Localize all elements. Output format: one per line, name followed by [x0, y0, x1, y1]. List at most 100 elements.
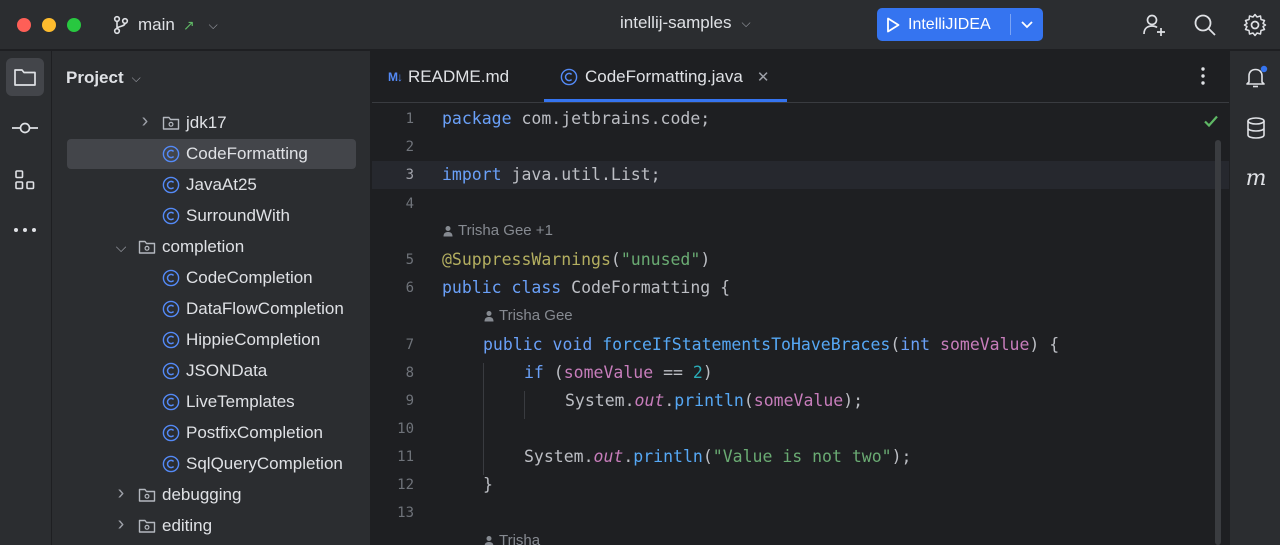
tree-class-item[interactable]: CodeCompletion — [67, 263, 356, 293]
code-vision-author[interactable]: Trisha Gee — [483, 307, 573, 324]
chevron-down-icon: ⌵ — [208, 17, 218, 32]
code-line-5: @SuppressWarnings("unused") — [442, 250, 711, 269]
package-folder-icon — [138, 486, 156, 504]
person-icon — [484, 535, 494, 545]
maximize-window-button[interactable] — [67, 18, 81, 32]
project-tool-window: Project ⌵ › jdk17 CodeFormatting JavaAt25 Su… — [52, 51, 371, 545]
chevron-down-icon: ⌵ — [741, 15, 751, 30]
person-icon — [484, 310, 494, 321]
tree-item-label: CodeFormatting — [186, 144, 308, 163]
class-icon — [162, 176, 180, 194]
project-tool-button[interactable] — [6, 58, 44, 96]
vertical-scrollbar[interactable] — [1215, 140, 1221, 545]
project-view-selector[interactable]: Project ⌵ — [66, 68, 141, 88]
tree-item-label: SurroundWith — [186, 206, 290, 225]
more-options-icon[interactable] — [1196, 64, 1210, 88]
tree-item-label: debugging — [162, 485, 242, 504]
tree-class-item[interactable]: SurroundWith — [67, 201, 356, 231]
commit-icon — [12, 122, 38, 134]
svg-text:m: m — [1246, 168, 1267, 190]
branch-widget[interactable]: main ↗ ⌵ — [112, 13, 218, 37]
tab-codeformatting[interactable]: CodeFormatting.java ✕ — [560, 51, 769, 103]
search-icon[interactable] — [1192, 12, 1218, 38]
structure-icon — [15, 170, 35, 190]
chevron-down-icon[interactable] — [1018, 14, 1036, 34]
code-line-6: public class CodeFormatting { — [442, 278, 731, 297]
class-icon — [162, 424, 180, 442]
package-folder-icon — [138, 517, 156, 535]
tree-class-item[interactable]: HippieCompletion — [67, 325, 356, 355]
code-editor[interactable]: 1 2 3 4 5 6 7 8 9 10 11 12 13 package co… — [372, 104, 1229, 545]
divider — [1010, 14, 1011, 35]
add-user-icon[interactable] — [1141, 12, 1167, 38]
tree-folder-item[interactable]: › jdk17 — [67, 108, 356, 138]
maven-tool-button[interactable]: m — [1242, 165, 1270, 193]
left-tool-strip — [0, 51, 52, 545]
more-tools-button[interactable] — [6, 211, 44, 249]
database-icon — [1247, 117, 1265, 139]
chevron-right-icon[interactable]: › — [138, 110, 152, 133]
minimize-window-button[interactable] — [42, 18, 56, 32]
tab-readme[interactable]: M↓ README.md — [388, 51, 509, 103]
tree-item-label: DataFlowCompletion — [186, 299, 344, 318]
tree-class-item[interactable]: DataFlowCompletion — [67, 294, 356, 324]
project-widget[interactable]: intellij-samples ⌵ — [620, 13, 751, 33]
line-number: 13 — [397, 505, 414, 521]
run-icon — [887, 17, 900, 32]
tree-item-label: JavaAt25 — [186, 175, 257, 194]
run-configuration-button[interactable]: IntelliJIDEA — [877, 8, 1043, 41]
tree-folder-item[interactable]: ⌵ completion — [67, 232, 356, 262]
person-icon — [443, 225, 453, 236]
notifications-tool-button[interactable] — [1242, 63, 1270, 91]
tree-class-item[interactable]: CodeFormatting — [67, 139, 356, 169]
class-icon — [162, 300, 180, 318]
code-vision-author[interactable]: Trisha — [483, 532, 540, 545]
tree-item-label: completion — [162, 237, 245, 256]
active-tab-indicator — [544, 99, 787, 102]
line-number: 6 — [405, 280, 414, 296]
class-icon — [162, 145, 180, 163]
chevron-down-icon[interactable]: ⌵ — [114, 239, 128, 256]
structure-tool-button[interactable] — [6, 161, 44, 199]
code-line-1: package com.jetbrains.code; — [442, 109, 711, 128]
tree-class-item[interactable]: JSONData — [67, 356, 356, 386]
close-tab-icon[interactable]: ✕ — [757, 68, 770, 86]
git-branch-icon — [113, 15, 129, 35]
line-number: 8 — [405, 365, 414, 381]
code-vision-author[interactable]: Trisha Gee +1 — [442, 222, 553, 239]
tree-class-item[interactable]: LiveTemplates — [67, 387, 356, 417]
close-window-button[interactable] — [17, 18, 31, 32]
line-number: 7 — [405, 337, 414, 353]
code-line-8: if (someValue == 2) — [524, 363, 713, 382]
tree-class-item[interactable]: PostfixCompletion — [67, 418, 356, 448]
indent-guide — [483, 363, 484, 475]
class-icon — [162, 455, 180, 473]
tree-folder-item[interactable]: › editing — [67, 511, 356, 541]
tree-class-item[interactable]: JavaAt25 — [67, 170, 356, 200]
maven-icon: m — [1246, 168, 1267, 190]
folder-icon — [14, 69, 36, 86]
commit-tool-button[interactable] — [6, 109, 44, 147]
tree-item-label: LiveTemplates — [186, 392, 295, 411]
line-number: 10 — [397, 421, 414, 437]
line-number: 11 — [397, 449, 414, 465]
right-tool-strip: m — [1229, 51, 1280, 545]
line-number: 12 — [397, 477, 414, 493]
markdown-icon: M↓ — [388, 70, 403, 84]
class-icon — [162, 362, 180, 380]
code-line-11: System.out.println("Value is not two"); — [524, 447, 912, 466]
no-problems-check-icon[interactable] — [1202, 112, 1220, 130]
class-icon — [162, 269, 180, 287]
tree-item-label: SqlQueryCompletion — [186, 454, 343, 473]
chevron-right-icon[interactable]: › — [114, 513, 128, 536]
tree-folder-item[interactable]: › debugging — [67, 480, 356, 510]
tree-class-item[interactable]: SqlQueryCompletion — [67, 449, 356, 479]
class-icon — [162, 393, 180, 411]
chevron-right-icon[interactable]: › — [114, 482, 128, 505]
database-tool-button[interactable] — [1242, 114, 1270, 142]
line-number: 5 — [405, 252, 414, 268]
gear-icon[interactable] — [1242, 12, 1268, 38]
tree-item-label: PostfixCompletion — [186, 423, 324, 442]
run-configuration-label: IntelliJIDEA — [908, 15, 991, 33]
outgoing-changes-icon: ↗ — [182, 16, 195, 33]
